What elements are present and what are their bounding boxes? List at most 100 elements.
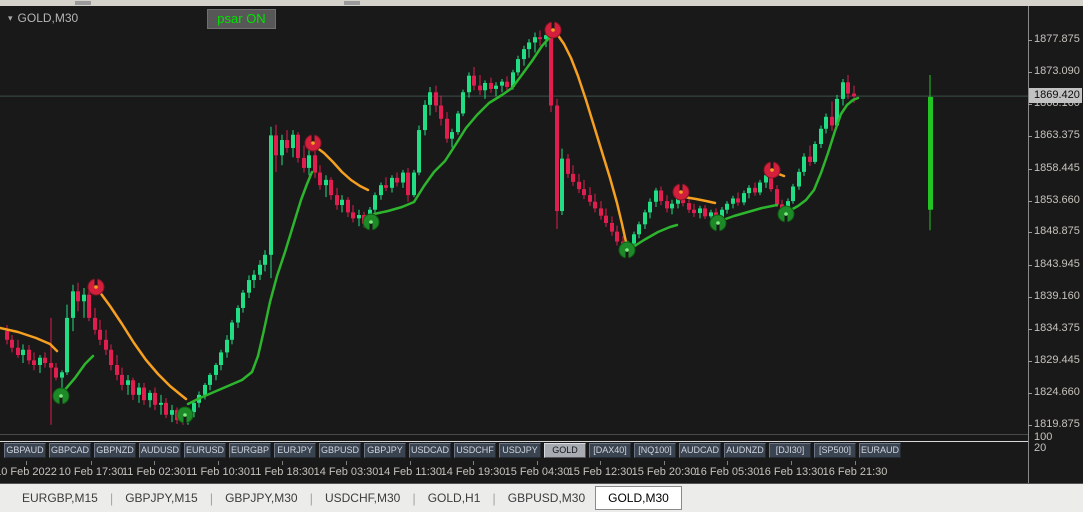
symbol-button-gbpaud[interactable]: GBPAUD bbox=[4, 443, 46, 458]
candle-body bbox=[703, 208, 707, 217]
tab-separator: | bbox=[109, 490, 114, 506]
candle-body bbox=[153, 392, 157, 405]
symbol-button-gbpcad[interactable]: GBPCAD bbox=[49, 443, 91, 458]
candle-body bbox=[428, 92, 432, 105]
sell-signal-notch bbox=[551, 21, 555, 29]
candle-body bbox=[274, 135, 278, 156]
time-tick-dash bbox=[473, 461, 474, 465]
candle-body bbox=[450, 132, 454, 139]
buy-signal-dot bbox=[716, 221, 720, 225]
chart-tab-gold-m30[interactable]: GOLD,M30 bbox=[595, 486, 682, 510]
symbol-button-euraud[interactable]: EURAUD bbox=[859, 443, 901, 458]
buy-signal-dot bbox=[183, 413, 187, 417]
price-tick-dash bbox=[1028, 424, 1032, 426]
symbol-button-eurgbp[interactable]: EURGBP bbox=[229, 443, 271, 458]
candle-body bbox=[802, 156, 806, 172]
candle-body bbox=[269, 135, 273, 255]
candle-body bbox=[791, 186, 795, 202]
time-tick-label: 16 Feb 05:30 bbox=[694, 466, 760, 478]
candle-body bbox=[566, 158, 570, 174]
symbol-button-usdchf[interactable]: USDCHF bbox=[454, 443, 496, 458]
symbol-button-audcad[interactable]: AUDCAD bbox=[679, 443, 721, 458]
candle-body bbox=[434, 92, 438, 106]
candle-body bbox=[296, 134, 300, 158]
price-tick-dash bbox=[1028, 328, 1032, 330]
candle-body bbox=[698, 208, 702, 214]
chart-tab-gbpusd-m30[interactable]: GBPUSD,M30 bbox=[498, 487, 595, 509]
candle-body bbox=[654, 190, 658, 202]
chart-tab-usdchf-m30[interactable]: USDCHF,M30 bbox=[315, 487, 410, 509]
price-tick-dash bbox=[1028, 71, 1032, 73]
symbol-button-nq100[interactable]: [NQ100] bbox=[634, 443, 676, 458]
symbol-button-usdjpy[interactable]: USDJPY bbox=[499, 443, 541, 458]
isolated-bar-body bbox=[928, 96, 933, 210]
tab-separator: | bbox=[412, 490, 416, 506]
ma-line-up bbox=[787, 96, 860, 213]
candle-body bbox=[379, 185, 383, 196]
candle-body bbox=[412, 172, 416, 196]
symbol-button-gbpnzd[interactable]: GBPNZD bbox=[94, 443, 136, 458]
symbol-button-audnzd[interactable]: AUDNZD bbox=[724, 443, 766, 458]
candle-body bbox=[472, 75, 476, 86]
candle-body bbox=[610, 222, 614, 232]
candle-body bbox=[252, 274, 256, 281]
candle-body bbox=[38, 357, 42, 365]
candle-body bbox=[192, 402, 196, 413]
time-tick-dash bbox=[154, 461, 155, 465]
candle-body bbox=[21, 349, 25, 356]
symbol-button-dji30[interactable]: [DJI30] bbox=[769, 443, 811, 458]
symbol-button-gbpjpy[interactable]: GBPJPY bbox=[364, 443, 406, 458]
candle-body bbox=[527, 42, 531, 50]
candle-body bbox=[54, 367, 58, 378]
candle-body bbox=[43, 357, 47, 364]
price-tick-label: 1839.160 bbox=[1034, 289, 1080, 302]
symbol-button-eurusd[interactable]: EURUSD bbox=[184, 443, 226, 458]
time-tick-label: 15 Feb 12:30 bbox=[567, 466, 633, 478]
candle-body bbox=[615, 231, 619, 242]
candle-body bbox=[461, 92, 465, 114]
chart-tab-bar: EURGBP,M15 | GBPJPY,M15 | GBPJPY,M30 | USDCHF,… bbox=[0, 483, 1083, 512]
candle-body bbox=[516, 59, 520, 73]
symbol-button-audusd[interactable]: AUDUSD bbox=[139, 443, 181, 458]
candle-body bbox=[159, 402, 163, 405]
symbol-button-dax40[interactable]: [DAX40] bbox=[589, 443, 631, 458]
price-tick-label: 1834.375 bbox=[1034, 321, 1080, 334]
candle-body bbox=[648, 201, 652, 213]
candle-body bbox=[445, 118, 449, 139]
ma-line-down bbox=[314, 145, 370, 192]
candle-body bbox=[230, 322, 234, 340]
chart-tab-eurgbp-m15[interactable]: EURGBP,M15 bbox=[12, 487, 108, 509]
symbol-button-gold[interactable]: GOLD bbox=[544, 443, 586, 458]
chart-tab-gbpjpy-m30[interactable]: GBPJPY,M30 bbox=[215, 487, 307, 509]
subwindow-divider[interactable] bbox=[0, 434, 1083, 435]
time-tick-dash bbox=[26, 461, 27, 465]
candle-body bbox=[659, 190, 663, 202]
chart-tab-gold-h1[interactable]: GOLD,H1 bbox=[418, 487, 491, 509]
candle-body bbox=[164, 402, 168, 415]
price-tick-dash bbox=[1028, 136, 1032, 138]
symbol-button-sp500[interactable]: [SP500] bbox=[814, 443, 856, 458]
symbol-button-gbpusd[interactable]: GBPUSD bbox=[319, 443, 361, 458]
candle-body bbox=[736, 198, 740, 203]
candle-body bbox=[82, 294, 86, 302]
candle-body bbox=[384, 185, 388, 188]
candle-body bbox=[637, 224, 641, 235]
candle-body bbox=[27, 349, 31, 361]
psar-toggle-button[interactable]: psar ON bbox=[207, 9, 276, 29]
ma-line-down bbox=[555, 32, 628, 244]
symbol-button-usdcad[interactable]: USDCAD bbox=[409, 443, 451, 458]
price-tick-label: 1848.875 bbox=[1034, 225, 1080, 238]
symbol-button-eurjpy[interactable]: EURJPY bbox=[274, 443, 316, 458]
candle-body bbox=[170, 410, 174, 415]
chart-tab-gbpjpy-m15[interactable]: GBPJPY,M15 bbox=[115, 487, 207, 509]
chart-canvas[interactable] bbox=[0, 0, 1028, 441]
candle-body bbox=[60, 372, 64, 378]
time-tick-label: 16 Feb 13:30 bbox=[758, 466, 824, 478]
time-axis[interactable]: 10 Feb 2022 10 Feb 17:30 11 Feb 02:30 11 Fe… bbox=[0, 461, 1028, 482]
candle-body bbox=[109, 349, 113, 365]
time-tick-label: 11 Feb 02:30 bbox=[121, 466, 187, 478]
candle-body bbox=[797, 171, 801, 187]
time-tick-label: 14 Feb 19:30 bbox=[440, 466, 506, 478]
time-tick-dash bbox=[91, 461, 92, 465]
candle-body bbox=[87, 294, 91, 318]
